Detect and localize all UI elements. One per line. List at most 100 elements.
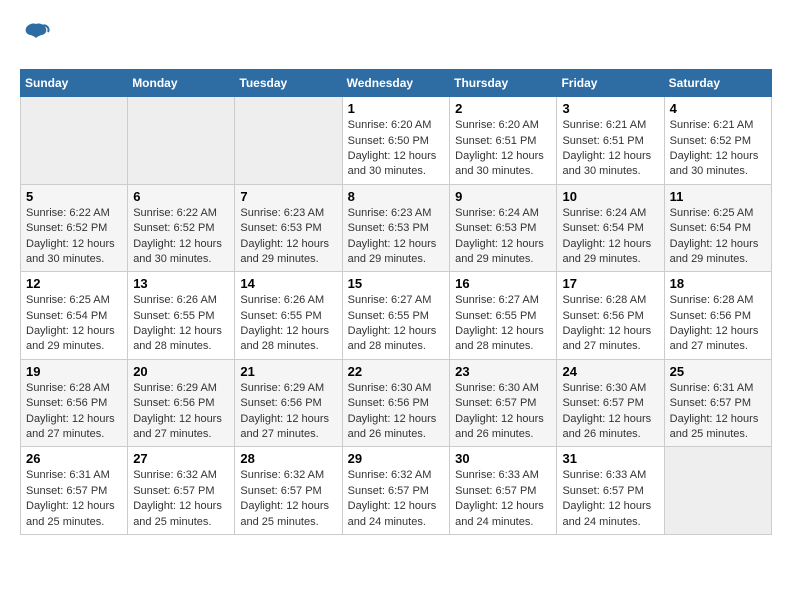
day-number: 29 <box>348 451 445 466</box>
day-number: 23 <box>455 364 551 379</box>
day-number: 21 <box>240 364 336 379</box>
day-info: Sunrise: 6:28 AM Sunset: 6:56 PM Dayligh… <box>26 381 122 443</box>
day-number: 17 <box>562 276 658 291</box>
day-number: 18 <box>670 276 766 291</box>
day-number: 13 <box>133 276 229 291</box>
day-number: 28 <box>240 451 336 466</box>
day-number: 11 <box>670 189 766 204</box>
day-info: Sunrise: 6:25 AM Sunset: 6:54 PM Dayligh… <box>26 293 122 355</box>
day-info: Sunrise: 6:28 AM Sunset: 6:56 PM Dayligh… <box>670 293 766 355</box>
day-info: Sunrise: 6:22 AM Sunset: 6:52 PM Dayligh… <box>26 206 122 268</box>
logo <box>20 20 50 53</box>
page-header <box>20 20 772 53</box>
day-info: Sunrise: 6:29 AM Sunset: 6:56 PM Dayligh… <box>240 381 336 443</box>
calendar-cell: 31 Sunrise: 6:33 AM Sunset: 6:57 PM Dayli… <box>557 447 664 535</box>
calendar-week-2: 5 Sunrise: 6:22 AM Sunset: 6:52 PM Daylig… <box>21 184 772 272</box>
calendar-cell: 27 Sunrise: 6:32 AM Sunset: 6:57 PM Dayli… <box>128 447 235 535</box>
calendar-cell: 30 Sunrise: 6:33 AM Sunset: 6:57 PM Dayli… <box>450 447 557 535</box>
day-number: 5 <box>26 189 122 204</box>
day-info: Sunrise: 6:20 AM Sunset: 6:50 PM Dayligh… <box>348 118 445 180</box>
calendar-cell: 9 Sunrise: 6:24 AM Sunset: 6:53 PM Daylig… <box>450 184 557 272</box>
calendar-week-5: 26 Sunrise: 6:31 AM Sunset: 6:57 PM Dayli… <box>21 447 772 535</box>
calendar-cell <box>664 447 771 535</box>
calendar-header-wednesday: Wednesday <box>342 70 450 97</box>
calendar-week-3: 12 Sunrise: 6:25 AM Sunset: 6:54 PM Dayli… <box>21 272 772 360</box>
calendar-cell: 5 Sunrise: 6:22 AM Sunset: 6:52 PM Daylig… <box>21 184 128 272</box>
day-info: Sunrise: 6:23 AM Sunset: 6:53 PM Dayligh… <box>348 206 445 268</box>
day-info: Sunrise: 6:29 AM Sunset: 6:56 PM Dayligh… <box>133 381 229 443</box>
calendar-cell: 11 Sunrise: 6:25 AM Sunset: 6:54 PM Dayli… <box>664 184 771 272</box>
day-info: Sunrise: 6:24 AM Sunset: 6:54 PM Dayligh… <box>562 206 658 268</box>
day-info: Sunrise: 6:32 AM Sunset: 6:57 PM Dayligh… <box>240 468 336 530</box>
day-number: 20 <box>133 364 229 379</box>
day-number: 7 <box>240 189 336 204</box>
calendar-cell: 28 Sunrise: 6:32 AM Sunset: 6:57 PM Dayli… <box>235 447 342 535</box>
day-info: Sunrise: 6:33 AM Sunset: 6:57 PM Dayligh… <box>562 468 658 530</box>
calendar-cell: 8 Sunrise: 6:23 AM Sunset: 6:53 PM Daylig… <box>342 184 450 272</box>
calendar-cell: 1 Sunrise: 6:20 AM Sunset: 6:50 PM Daylig… <box>342 97 450 185</box>
day-number: 8 <box>348 189 445 204</box>
calendar-cell: 10 Sunrise: 6:24 AM Sunset: 6:54 PM Dayli… <box>557 184 664 272</box>
day-info: Sunrise: 6:32 AM Sunset: 6:57 PM Dayligh… <box>348 468 445 530</box>
calendar-cell: 18 Sunrise: 6:28 AM Sunset: 6:56 PM Dayli… <box>664 272 771 360</box>
day-info: Sunrise: 6:27 AM Sunset: 6:55 PM Dayligh… <box>348 293 445 355</box>
calendar-table: SundayMondayTuesdayWednesdayThursdayFrid… <box>20 69 772 535</box>
calendar-cell: 6Sunrise: 6:22 AM Sunset: 6:52 PM Daylig… <box>128 184 235 272</box>
calendar-cell: 25 Sunrise: 6:31 AM Sunset: 6:57 PM Dayli… <box>664 359 771 447</box>
day-info: Sunrise: 6:30 AM Sunset: 6:57 PM Dayligh… <box>562 381 658 443</box>
calendar-cell: 19Sunrise: 6:28 AM Sunset: 6:56 PM Dayli… <box>21 359 128 447</box>
day-number: 24 <box>562 364 658 379</box>
calendar-header-row: SundayMondayTuesdayWednesdayThursdayFrid… <box>21 70 772 97</box>
calendar-week-1: 1 Sunrise: 6:20 AM Sunset: 6:50 PM Daylig… <box>21 97 772 185</box>
day-number: 26 <box>26 451 122 466</box>
calendar-cell: 15Sunrise: 6:27 AM Sunset: 6:55 PM Dayli… <box>342 272 450 360</box>
calendar-week-4: 19Sunrise: 6:28 AM Sunset: 6:56 PM Dayli… <box>21 359 772 447</box>
day-info: Sunrise: 6:21 AM Sunset: 6:51 PM Dayligh… <box>562 118 658 180</box>
day-number: 3 <box>562 101 658 116</box>
day-number: 2 <box>455 101 551 116</box>
day-number: 27 <box>133 451 229 466</box>
day-info: Sunrise: 6:25 AM Sunset: 6:54 PM Dayligh… <box>670 206 766 268</box>
day-info: Sunrise: 6:26 AM Sunset: 6:55 PM Dayligh… <box>133 293 229 355</box>
calendar-cell: 22Sunrise: 6:30 AM Sunset: 6:56 PM Dayli… <box>342 359 450 447</box>
day-info: Sunrise: 6:31 AM Sunset: 6:57 PM Dayligh… <box>670 381 766 443</box>
day-info: Sunrise: 6:28 AM Sunset: 6:56 PM Dayligh… <box>562 293 658 355</box>
calendar-cell <box>235 97 342 185</box>
day-info: Sunrise: 6:30 AM Sunset: 6:56 PM Dayligh… <box>348 381 445 443</box>
day-info: Sunrise: 6:20 AM Sunset: 6:51 PM Dayligh… <box>455 118 551 180</box>
day-number: 12 <box>26 276 122 291</box>
calendar-cell: 23Sunrise: 6:30 AM Sunset: 6:57 PM Dayli… <box>450 359 557 447</box>
calendar-header-friday: Friday <box>557 70 664 97</box>
day-info: Sunrise: 6:24 AM Sunset: 6:53 PM Dayligh… <box>455 206 551 268</box>
calendar-body: 1 Sunrise: 6:20 AM Sunset: 6:50 PM Daylig… <box>21 97 772 535</box>
day-info: Sunrise: 6:32 AM Sunset: 6:57 PM Dayligh… <box>133 468 229 530</box>
day-number: 30 <box>455 451 551 466</box>
calendar-cell: 7Sunrise: 6:23 AM Sunset: 6:53 PM Daylig… <box>235 184 342 272</box>
calendar-cell <box>21 97 128 185</box>
calendar-header-saturday: Saturday <box>664 70 771 97</box>
day-info: Sunrise: 6:27 AM Sunset: 6:55 PM Dayligh… <box>455 293 551 355</box>
calendar-cell: 14 Sunrise: 6:26 AM Sunset: 6:55 PM Dayli… <box>235 272 342 360</box>
calendar-cell: 24 Sunrise: 6:30 AM Sunset: 6:57 PM Dayli… <box>557 359 664 447</box>
day-number: 6 <box>133 189 229 204</box>
day-number: 1 <box>348 101 445 116</box>
day-number: 16 <box>455 276 551 291</box>
day-info: Sunrise: 6:33 AM Sunset: 6:57 PM Dayligh… <box>455 468 551 530</box>
day-info: Sunrise: 6:31 AM Sunset: 6:57 PM Dayligh… <box>26 468 122 530</box>
day-info: Sunrise: 6:26 AM Sunset: 6:55 PM Dayligh… <box>240 293 336 355</box>
calendar-cell: 17 Sunrise: 6:28 AM Sunset: 6:56 PM Dayli… <box>557 272 664 360</box>
calendar-header-monday: Monday <box>128 70 235 97</box>
calendar-header-sunday: Sunday <box>21 70 128 97</box>
calendar-cell: 20 Sunrise: 6:29 AM Sunset: 6:56 PM Dayli… <box>128 359 235 447</box>
day-number: 10 <box>562 189 658 204</box>
calendar-cell <box>128 97 235 185</box>
calendar-cell: 26 Sunrise: 6:31 AM Sunset: 6:57 PM Dayli… <box>21 447 128 535</box>
calendar-cell: 2 Sunrise: 6:20 AM Sunset: 6:51 PM Daylig… <box>450 97 557 185</box>
day-info: Sunrise: 6:21 AM Sunset: 6:52 PM Dayligh… <box>670 118 766 180</box>
day-number: 25 <box>670 364 766 379</box>
day-number: 14 <box>240 276 336 291</box>
calendar-header-thursday: Thursday <box>450 70 557 97</box>
day-number: 9 <box>455 189 551 204</box>
calendar-cell: 16 Sunrise: 6:27 AM Sunset: 6:55 PM Dayli… <box>450 272 557 360</box>
day-number: 31 <box>562 451 658 466</box>
